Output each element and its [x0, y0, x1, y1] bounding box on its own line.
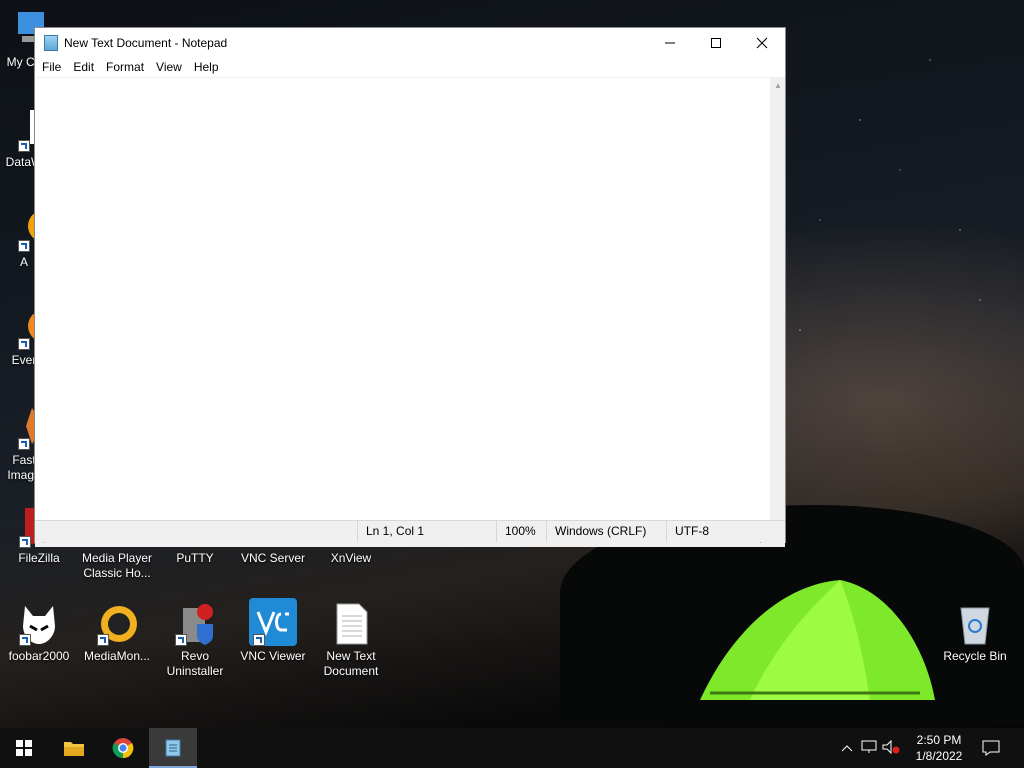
minimize-button[interactable] [647, 28, 693, 58]
desktop-icon-vnc-viewer[interactable]: VNC Viewer [235, 598, 311, 664]
shortcut-arrow-icon [97, 634, 109, 646]
taskbar-clock[interactable]: 2:50 PM 1/8/2022 [908, 732, 970, 764]
desktop-icon-label: VNC Viewer [240, 649, 306, 663]
close-icon [756, 37, 768, 49]
desktop-icon-label: PuTTY [176, 551, 214, 565]
desktop-icon-label: New Text [326, 649, 376, 663]
maximize-icon [711, 38, 721, 48]
status-encoding: UTF-8 [666, 521, 765, 542]
menu-bar: File Edit Format View Help [35, 58, 785, 76]
network-icon[interactable] [858, 740, 880, 757]
vnc-viewer-icon [249, 598, 297, 646]
mediamonkey-icon [97, 602, 137, 646]
desktop-icon-label: FileZilla [18, 551, 60, 565]
desktop-icon-label-line2: Classic Ho... [83, 566, 151, 580]
desktop-icon-revo-uninstaller[interactable]: Revo Uninstaller [157, 602, 233, 679]
maximize-button[interactable] [693, 28, 739, 58]
shortcut-arrow-icon [18, 140, 30, 152]
wallpaper-tent [700, 580, 935, 700]
volume-muted-icon[interactable] [880, 739, 902, 757]
system-tray [836, 728, 902, 768]
status-zoom: 100% [496, 521, 547, 542]
taskbar-notepad[interactable] [149, 728, 197, 768]
menu-view[interactable]: View [150, 58, 188, 76]
recycle-bin-icon [955, 602, 995, 646]
scroll-up-icon[interactable]: ▲ [774, 81, 782, 90]
shortcut-arrow-icon [175, 634, 187, 646]
notification-icon [982, 740, 1000, 756]
revo-uninstaller-icon [175, 602, 215, 646]
action-center-button[interactable] [968, 728, 1014, 768]
chrome-icon [112, 738, 134, 759]
folder-icon [64, 742, 84, 756]
desktop-icon-label: Recycle Bin [943, 649, 1007, 663]
menu-file[interactable]: File [36, 58, 67, 76]
desktop-icon-label: MediaMon... [83, 649, 151, 663]
desktop-icon-foobar2000[interactable]: foobar2000 [1, 602, 77, 664]
taskbar: 2:50 PM 1/8/2022 [0, 728, 1024, 768]
desktop-icon-mediamonkey[interactable]: MediaMon... [79, 602, 155, 664]
desktop-icon-label-line2: Document [323, 664, 379, 678]
clock-date: 1/8/2022 [915, 749, 963, 763]
desktop-icon-label: VNC Server [240, 551, 305, 565]
start-button[interactable] [0, 728, 48, 768]
show-hidden-icons-icon[interactable] [836, 741, 858, 755]
desktop-icon-label: XnView [330, 551, 372, 565]
shortcut-arrow-icon [18, 338, 30, 350]
close-button[interactable] [739, 28, 785, 58]
desktop-icon-new-text-document[interactable]: New Text Document [313, 602, 389, 679]
vertical-scrollbar[interactable]: ▲ ▼ [770, 77, 785, 532]
minimize-icon [665, 42, 675, 44]
windows-logo-icon [16, 740, 32, 756]
taskbar-chrome[interactable] [99, 728, 147, 768]
desktop-icon-recycle-bin[interactable]: Recycle Bin [937, 602, 1013, 664]
desktop-icon-label: Revo [180, 649, 209, 663]
status-position: Ln 1, Col 1 [357, 521, 496, 542]
shortcut-arrow-icon [19, 536, 31, 548]
window-title: New Text Document - Notepad [64, 36, 228, 50]
shortcut-arrow-icon [18, 438, 30, 450]
desktop-icon-label: foobar2000 [8, 649, 70, 663]
text-editor-area[interactable] [36, 77, 770, 533]
notepad-icon [44, 35, 58, 51]
menu-edit[interactable]: Edit [67, 58, 100, 76]
shortcut-arrow-icon [253, 634, 265, 646]
menu-help[interactable]: Help [188, 58, 225, 76]
text-file-icon [331, 602, 371, 646]
notepad-window[interactable]: New Text Document - Notepad File Edit Fo… [34, 27, 786, 547]
shortcut-arrow-icon [19, 634, 31, 646]
shortcut-arrow-icon [18, 240, 30, 252]
status-line-ending: Windows (CRLF) [546, 521, 665, 542]
clock-time: 2:50 PM [916, 733, 962, 747]
title-bar[interactable]: New Text Document - Notepad [35, 28, 785, 58]
foobar2000-icon [19, 602, 59, 646]
status-bar: Ln 1, Col 1 100% Windows (CRLF) UTF-8 [35, 520, 785, 542]
menu-format[interactable]: Format [100, 58, 150, 76]
desktop-icon-label-line2: Uninstaller [166, 664, 224, 678]
taskbar-file-explorer[interactable] [50, 728, 98, 768]
notepad-icon [165, 739, 181, 757]
desktop-icon-label: Media Player [81, 551, 153, 565]
